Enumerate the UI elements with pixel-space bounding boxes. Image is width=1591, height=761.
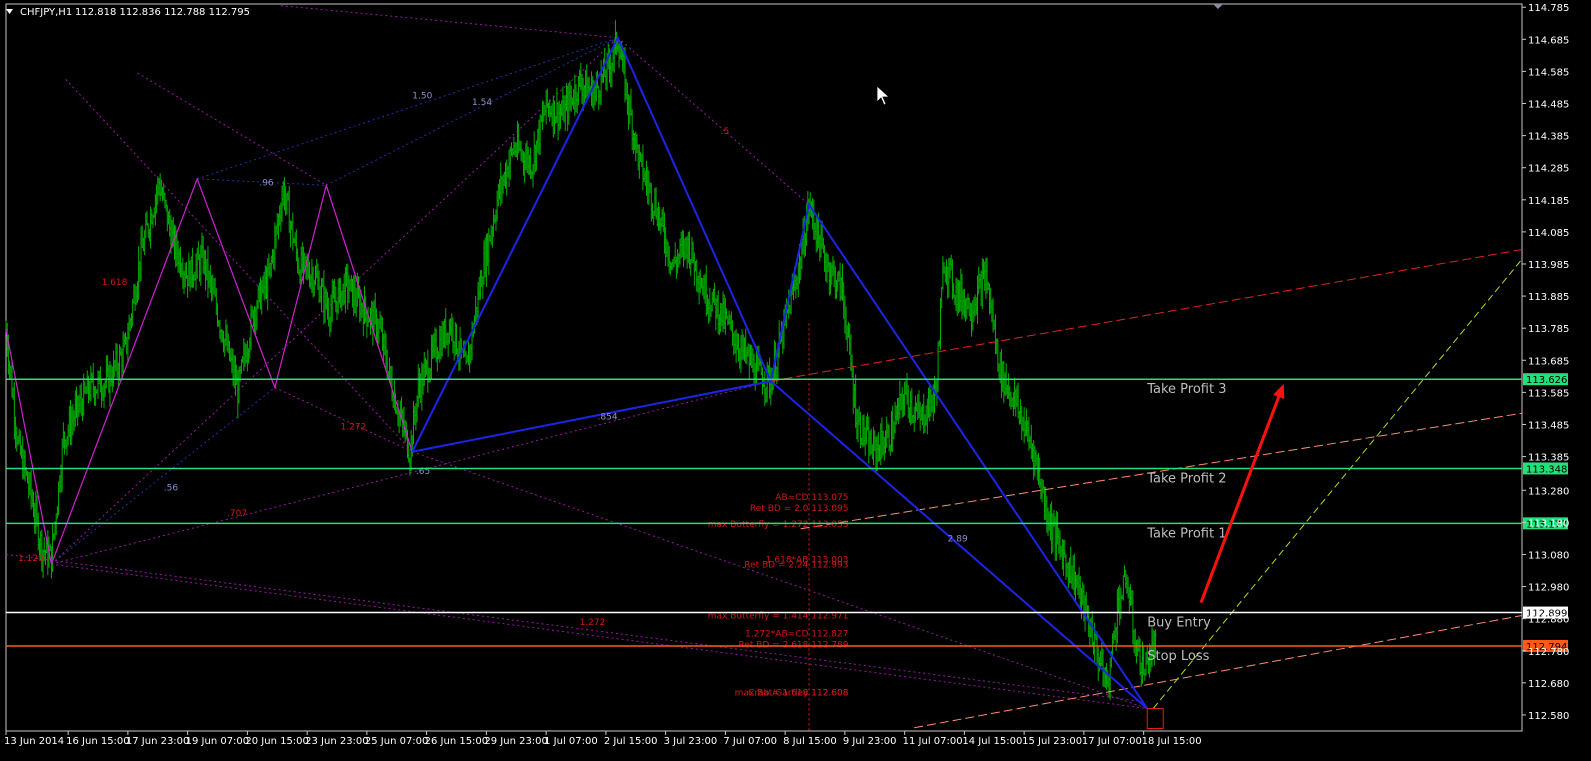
x-tick-label: 2 Jul 15:00: [604, 736, 658, 747]
projection-label: AB=CD 113.075: [775, 493, 848, 503]
x-tick-label: 17 Jul 07:00: [1082, 736, 1142, 747]
x-tick-label: 26 Jun 15:00: [425, 736, 489, 747]
y-tick-label: 113.385: [1528, 453, 1569, 464]
y-tick-label: 114.485: [1528, 100, 1569, 111]
y-tick-label: 113.885: [1528, 292, 1569, 303]
y-tick-label: 114.185: [1528, 196, 1569, 207]
fib-label: .707: [227, 509, 247, 519]
pattern-wave-1-lead: [5, 329, 52, 565]
y-tick-label: 113.785: [1528, 324, 1569, 335]
d-point-box: [1146, 708, 1164, 730]
level-label: Buy Entry: [1147, 616, 1211, 631]
x-tick-label: 17 Jun 23:00: [126, 736, 190, 747]
projection-label: Ret BD = 2.0 113.095: [750, 504, 849, 514]
dotted-guide: [137, 72, 327, 186]
header-ohlc: 112.818 112.836 112.788 112.795: [75, 7, 250, 18]
x-tick-label: 16 Jun 15:00: [66, 736, 130, 747]
x-tick-label: 15 Jul 23:00: [1022, 736, 1082, 747]
y-tick-label: 113.280: [1528, 486, 1569, 497]
projection-label: max Bat/Gartley 112.608: [735, 689, 849, 699]
y-tick-label: 112.880: [1528, 615, 1569, 626]
dotted-guide: [326, 37, 619, 186]
y-tick-label: 112.980: [1528, 583, 1569, 594]
y-tick-label: 114.385: [1528, 132, 1569, 143]
pattern-wave-2: [411, 35, 1149, 710]
y-tick-label: 112.780: [1528, 647, 1569, 658]
target-arrow: [1199, 387, 1284, 604]
x-tick-label: 20 Jun 15:00: [245, 736, 309, 747]
dotted-guide: [412, 451, 1148, 710]
x-tick-label: 19 Jun 07:00: [186, 736, 250, 747]
x-tick-label: 9 Jul 23:00: [843, 736, 897, 747]
x-tick-label: 7 Jul 07:00: [723, 736, 777, 747]
dotted-guide: [280, 5, 618, 39]
y-tick-label: 113.180: [1528, 518, 1569, 529]
x-tick-label: 8 Jul 15:00: [783, 736, 837, 747]
x-tick-label: 14 Jul 15:00: [962, 736, 1022, 747]
y-tick-label: 114.585: [1528, 67, 1569, 78]
fib-label: 1.128: [18, 554, 44, 564]
y-tick-label: 114.685: [1528, 35, 1569, 46]
y-tick-label: 114.785: [1528, 3, 1569, 14]
projection-label: max Butterfly = 1.272 113.053: [708, 520, 849, 530]
fib-label: .5: [721, 127, 730, 137]
dotted-guide: [51, 380, 771, 565]
fib-label: .56: [164, 483, 179, 493]
level-label: Take Profit 2: [1146, 471, 1226, 486]
y-tick-label: 113.685: [1528, 356, 1569, 367]
x-tick-label: 25 Jun 07:00: [365, 736, 429, 747]
mouse-cursor-icon: [876, 85, 891, 106]
projection-label: 1.272*AB=CD 112.827: [745, 629, 848, 639]
fib-label: 2.89: [948, 535, 968, 545]
projection-label: Ret BD = 2.24 112.993: [744, 560, 848, 570]
x-tick-label: 29 Jun 23:00: [484, 736, 548, 747]
fib-label: 1.54: [472, 98, 492, 108]
fib-label: 1.50: [412, 92, 432, 102]
x-tick-label: 18 Jul 15:00: [1142, 736, 1202, 747]
y-tick-label: 113.985: [1528, 260, 1569, 271]
x-tick-label: 3 Jul 23:00: [664, 736, 718, 747]
fib-label: .96: [259, 178, 274, 188]
y-tick-label: 113.485: [1528, 420, 1569, 431]
y-tick-label: 114.085: [1528, 228, 1569, 239]
level-label: Take Profit 1: [1146, 526, 1226, 541]
dotted-guide: [5, 553, 1148, 703]
fib-label: 1.272: [341, 422, 367, 432]
y-tick-label: 112.580: [1528, 711, 1569, 722]
dotted-guide: [51, 563, 1148, 710]
pattern-bd-leg: [770, 380, 1148, 710]
x-tick-label: 23 Jun 23:00: [305, 736, 369, 747]
price-badge-text: 113.348: [1526, 464, 1567, 475]
scroll-marker-icon[interactable]: [1213, 4, 1223, 9]
candles: [5, 20, 1157, 701]
y-tick-label: 113.585: [1528, 388, 1569, 399]
y-tick-label: 114.285: [1528, 164, 1569, 175]
level-label: Take Profit 3: [1146, 382, 1226, 397]
channel-line-lower: [914, 614, 1523, 729]
x-tick-label: 13 Jun 2014: [4, 736, 64, 747]
x-tick-label: 1 Jul 07:00: [544, 736, 598, 747]
level-label: Stop Loss: [1147, 649, 1209, 664]
fib-label: 1.618: [102, 278, 128, 288]
x-tick-label: 11 Jul 07:00: [903, 736, 963, 747]
chart-menu-icon[interactable]: [6, 9, 13, 14]
fib-label: 1.272: [580, 618, 606, 628]
forex-chart[interactable]: 1.618 1.128 .707 1.272 1.272 .5 .96 1.50 1.54 .56…: [0, 0, 1591, 761]
pattern-xb-leg: [412, 380, 771, 453]
target-arrowhead: [1273, 383, 1285, 400]
price-badge-text: 113.626: [1526, 375, 1567, 386]
y-tick-label: 112.680: [1528, 679, 1569, 690]
fib-label: .854: [598, 413, 618, 423]
y-tick-label: 113.080: [1528, 550, 1569, 561]
header-symbol: CHFJPY,H1: [20, 7, 72, 18]
